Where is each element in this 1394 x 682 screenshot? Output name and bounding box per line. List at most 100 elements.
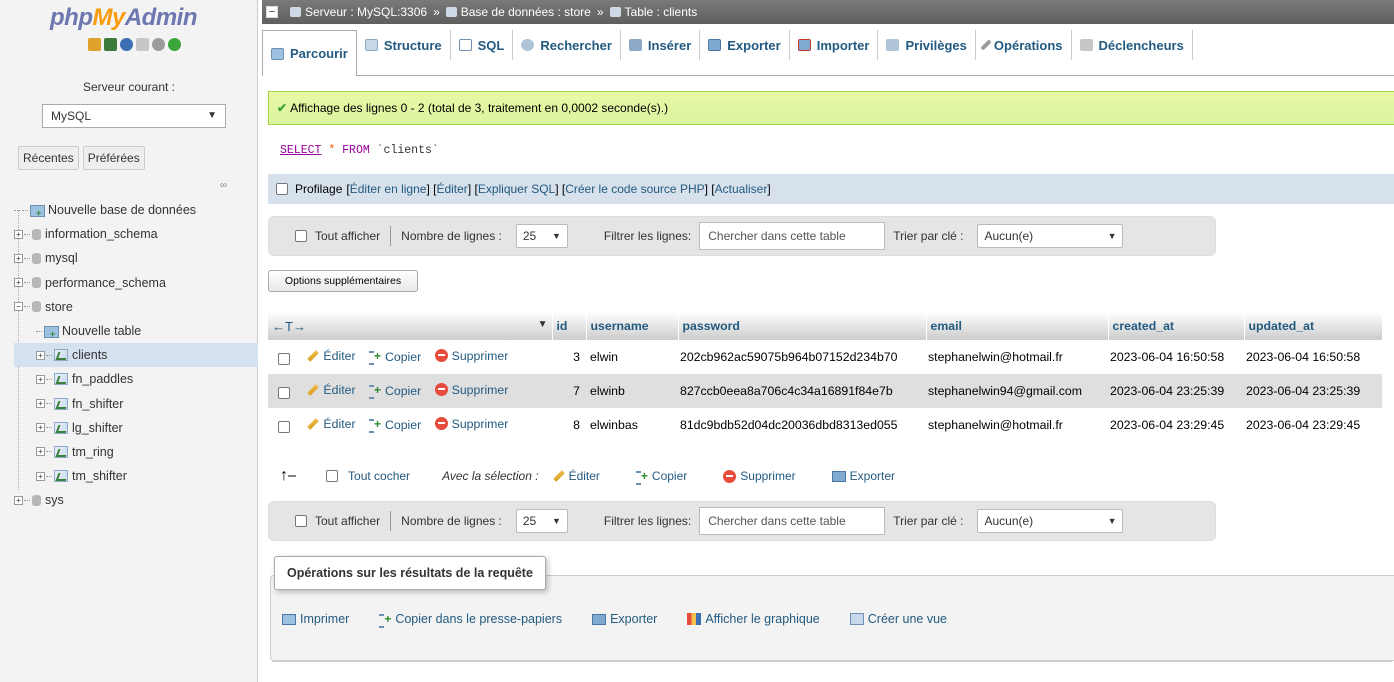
filter-rows-input[interactable]: Chercher dans cette table bbox=[699, 222, 886, 250]
tree-db-store[interactable]: − store bbox=[14, 295, 258, 319]
cell-id[interactable]: 3 bbox=[552, 340, 586, 374]
expand-icon[interactable]: + bbox=[36, 374, 45, 384]
expand-icon[interactable]: + bbox=[14, 253, 23, 263]
bulk-delete-button[interactable]: Supprimer bbox=[723, 469, 796, 483]
check-all-checkbox[interactable] bbox=[326, 470, 339, 482]
sql-query-display[interactable]: SELECT * FROM `clients` bbox=[268, 136, 1394, 172]
tab-privileges[interactable]: Privilèges bbox=[878, 30, 976, 60]
tree-table-tm-shifter[interactable]: + tm_shifter bbox=[14, 464, 258, 488]
inline-edit-link[interactable]: Éditer en ligne bbox=[350, 182, 427, 196]
bulk-export-button[interactable]: Exporter bbox=[831, 469, 895, 483]
cell-username[interactable]: elwinbas bbox=[586, 408, 678, 442]
cell-updated-at[interactable]: 2023-06-04 23:25:39 bbox=[1244, 374, 1382, 408]
help-icon[interactable] bbox=[120, 38, 133, 51]
tree-table-fn-shifter[interactable]: + fn_shifter bbox=[14, 392, 258, 416]
edit-row-button[interactable]: Éditer bbox=[307, 349, 356, 363]
recent-tables-tab[interactable]: Récentes bbox=[18, 146, 79, 170]
rows-per-page-select[interactable]: 25 ▼ bbox=[515, 224, 568, 248]
cell-password[interactable]: 202cb962ac59075b964b07152d234b70 bbox=[678, 340, 926, 374]
server-select[interactable]: MySQL ▼ bbox=[42, 104, 226, 128]
logout-icon[interactable] bbox=[104, 38, 117, 51]
create-view-button[interactable]: Créer une vue bbox=[849, 612, 947, 626]
tree-db-mysql[interactable]: + mysql bbox=[14, 246, 258, 270]
edit-row-button[interactable]: Éditer bbox=[307, 383, 356, 397]
cell-id[interactable]: 8 bbox=[552, 408, 586, 442]
tab-export[interactable]: Exporter bbox=[700, 30, 790, 60]
refresh-link[interactable]: Actualiser bbox=[715, 182, 768, 196]
cell-username[interactable]: elwin bbox=[586, 340, 678, 374]
edit-row-button[interactable]: Éditer bbox=[307, 417, 356, 431]
column-arrows-icon[interactable]: ←T→ bbox=[272, 319, 306, 334]
phpmyadmin-logo[interactable]: phpMyAdmin bbox=[50, 4, 198, 32]
reload-icon[interactable] bbox=[168, 38, 181, 51]
more-options-button[interactable]: Options supplémentaires bbox=[268, 270, 418, 292]
tab-sql[interactable]: SQL bbox=[451, 30, 514, 60]
expand-icon[interactable]: + bbox=[14, 278, 23, 288]
delete-row-button[interactable]: Supprimer bbox=[434, 349, 508, 363]
docs-icon[interactable] bbox=[136, 38, 149, 51]
home-icon[interactable] bbox=[88, 38, 101, 51]
column-header-email[interactable]: email bbox=[926, 312, 1109, 340]
column-header-password[interactable]: password bbox=[678, 312, 927, 340]
rows-per-page-select[interactable]: 25 ▼ bbox=[515, 509, 568, 533]
expand-icon[interactable]: + bbox=[36, 350, 45, 360]
breadcrumb-table[interactable]: Table : clients bbox=[609, 5, 697, 19]
settings-icon[interactable] bbox=[152, 38, 165, 51]
bulk-copy-button[interactable]: Copier bbox=[635, 469, 687, 485]
tab-triggers[interactable]: Déclencheurs bbox=[1072, 30, 1193, 60]
copy-row-button[interactable]: Copier bbox=[368, 383, 421, 400]
copy-to-clipboard-button[interactable]: Copier dans le presse-papiers bbox=[379, 612, 562, 628]
tab-structure[interactable]: Structure bbox=[357, 30, 451, 60]
column-header-username[interactable]: username bbox=[586, 312, 679, 340]
cell-email[interactable]: stephanelwin94@gmail.com bbox=[926, 374, 1108, 408]
row-checkbox[interactable] bbox=[278, 421, 290, 433]
tree-new-table[interactable]: Nouvelle table bbox=[14, 319, 258, 343]
breadcrumb-database[interactable]: Base de données : store bbox=[445, 5, 591, 19]
tree-new-database[interactable]: Nouvelle base de données bbox=[14, 198, 258, 222]
export-results-button[interactable]: Exporter bbox=[592, 612, 657, 626]
expand-icon[interactable]: + bbox=[36, 471, 45, 481]
expand-icon[interactable]: + bbox=[36, 423, 45, 433]
tree-db-information-schema[interactable]: + information_schema bbox=[14, 222, 258, 246]
tab-browse[interactable]: Parcourir bbox=[262, 30, 357, 76]
delete-row-button[interactable]: Supprimer bbox=[434, 383, 508, 397]
check-all-link[interactable]: Tout cocher bbox=[348, 469, 410, 483]
expand-icon[interactable]: + bbox=[14, 495, 23, 505]
filter-rows-input[interactable]: Chercher dans cette table bbox=[699, 507, 886, 535]
sort-by-key-select[interactable]: Aucun(e) ▼ bbox=[977, 224, 1124, 248]
tree-db-sys[interactable]: + sys bbox=[14, 488, 258, 512]
tab-search[interactable]: Rechercher bbox=[513, 30, 621, 60]
print-button[interactable]: Imprimer bbox=[282, 612, 349, 626]
copy-row-button[interactable]: Copier bbox=[368, 349, 421, 366]
cell-email[interactable]: stephanelwin@hotmail.fr bbox=[926, 340, 1108, 374]
expand-icon[interactable]: + bbox=[36, 447, 45, 457]
expand-icon[interactable]: + bbox=[36, 399, 45, 409]
cell-created-at[interactable]: 2023-06-04 23:29:45 bbox=[1108, 408, 1244, 442]
collapse-nav-icon[interactable]: − bbox=[266, 6, 278, 18]
column-header-updated-at[interactable]: updated_at bbox=[1244, 312, 1383, 340]
row-checkbox[interactable] bbox=[278, 353, 290, 365]
sort-options-icon[interactable]: ▼ bbox=[538, 319, 548, 330]
cell-created-at[interactable]: 2023-06-04 16:50:58 bbox=[1108, 340, 1244, 374]
tree-db-performance-schema[interactable]: + performance_schema bbox=[14, 271, 258, 295]
cell-email[interactable]: stephanelwin@hotmail.fr bbox=[926, 408, 1108, 442]
copy-row-button[interactable]: Copier bbox=[368, 417, 421, 434]
sort-by-key-select[interactable]: Aucun(e) ▼ bbox=[977, 509, 1124, 533]
cell-username[interactable]: elwinb bbox=[586, 374, 678, 408]
show-all-checkbox[interactable] bbox=[295, 515, 307, 527]
cell-id[interactable]: 7 bbox=[552, 374, 586, 408]
link-icon[interactable]: ∞ bbox=[220, 180, 227, 191]
tree-table-fn-paddles[interactable]: + fn_paddles bbox=[14, 367, 258, 391]
edit-query-link[interactable]: Éditer bbox=[436, 182, 467, 196]
create-php-code-link[interactable]: Créer le code source PHP bbox=[565, 182, 704, 196]
column-header-id[interactable]: id bbox=[552, 312, 587, 340]
column-header-created-at[interactable]: created_at bbox=[1108, 312, 1245, 340]
expand-icon[interactable]: + bbox=[14, 229, 23, 239]
collapse-icon[interactable]: − bbox=[14, 302, 23, 312]
cell-updated-at[interactable]: 2023-06-04 23:29:45 bbox=[1244, 408, 1382, 442]
tab-insert[interactable]: Insérer bbox=[621, 30, 701, 60]
tab-import[interactable]: Importer bbox=[790, 30, 879, 60]
tree-table-tm-ring[interactable]: + tm_ring bbox=[14, 440, 258, 464]
explain-sql-link[interactable]: Expliquer SQL bbox=[478, 182, 555, 196]
favorite-tables-tab[interactable]: Préférées bbox=[82, 146, 145, 170]
